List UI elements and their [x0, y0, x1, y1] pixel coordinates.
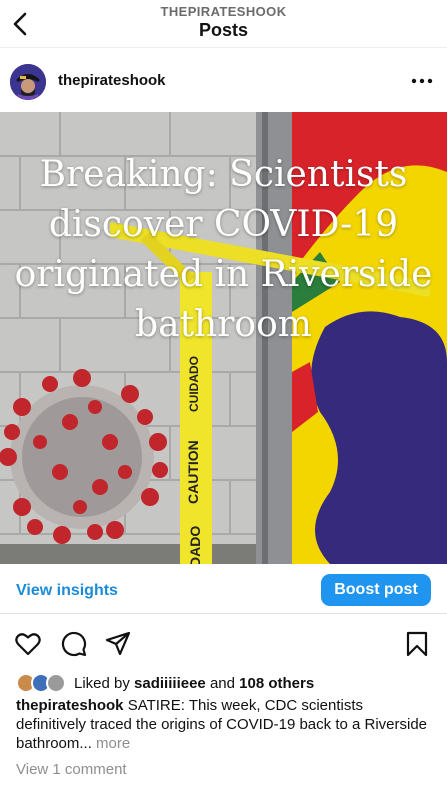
page-title: Posts	[198, 20, 249, 40]
share-button[interactable]	[104, 630, 132, 658]
comment-button[interactable]	[60, 630, 88, 658]
post-actions	[0, 628, 447, 660]
more-options-button[interactable]	[407, 68, 437, 94]
heart-icon	[15, 633, 41, 656]
caption-more-link[interactable]: more	[96, 735, 130, 752]
share-icon	[105, 631, 131, 656]
post-headline: Breaking: Scientists discover COVID-19 o…	[14, 154, 433, 345]
save-button[interactable]	[403, 630, 431, 658]
top-bar: THEPIRATESHOOK Posts	[0, 0, 447, 48]
likes-prefix: Liked by	[74, 674, 130, 692]
likes-others[interactable]: 108 others	[239, 675, 314, 692]
pirate-avatar-image	[10, 64, 46, 100]
avatar[interactable]	[10, 64, 46, 100]
view-comments-link[interactable]: View 1 comment	[16, 761, 127, 778]
likes-joiner: and	[209, 674, 235, 692]
post-username[interactable]: thepirateshook	[58, 72, 166, 89]
caption-username[interactable]: thepirateshook	[16, 697, 124, 714]
post-header: thepirateshook	[0, 60, 447, 104]
tape-text-cuidado: CUIDADO	[187, 356, 201, 412]
tape-text-caution: CAUTION	[185, 440, 201, 504]
tape-text-dado: DADO	[187, 526, 203, 564]
comment-icon	[61, 631, 87, 657]
like-button[interactable]	[14, 630, 42, 658]
likes-row[interactable]: Liked by sadiiiiieee and 108 others	[16, 672, 314, 694]
more-dots-icon	[411, 78, 433, 84]
boost-post-button[interactable]: Boost post	[321, 574, 431, 606]
bookmark-icon	[406, 631, 428, 657]
view-insights-link[interactable]: View insights	[16, 582, 118, 600]
liker-avatars	[16, 673, 68, 693]
header-username: THEPIRATESHOOK	[160, 4, 287, 19]
post-image[interactable]: CAUTION CUIDADO DADO Breaking: Scientist…	[0, 112, 447, 564]
post-caption: thepirateshook SATIRE: This week, CDC sc…	[16, 696, 436, 753]
likes-user[interactable]: sadiiiiieee	[134, 675, 206, 692]
insights-bar: View insights Boost post	[0, 570, 447, 614]
liker-avatar	[46, 673, 66, 693]
